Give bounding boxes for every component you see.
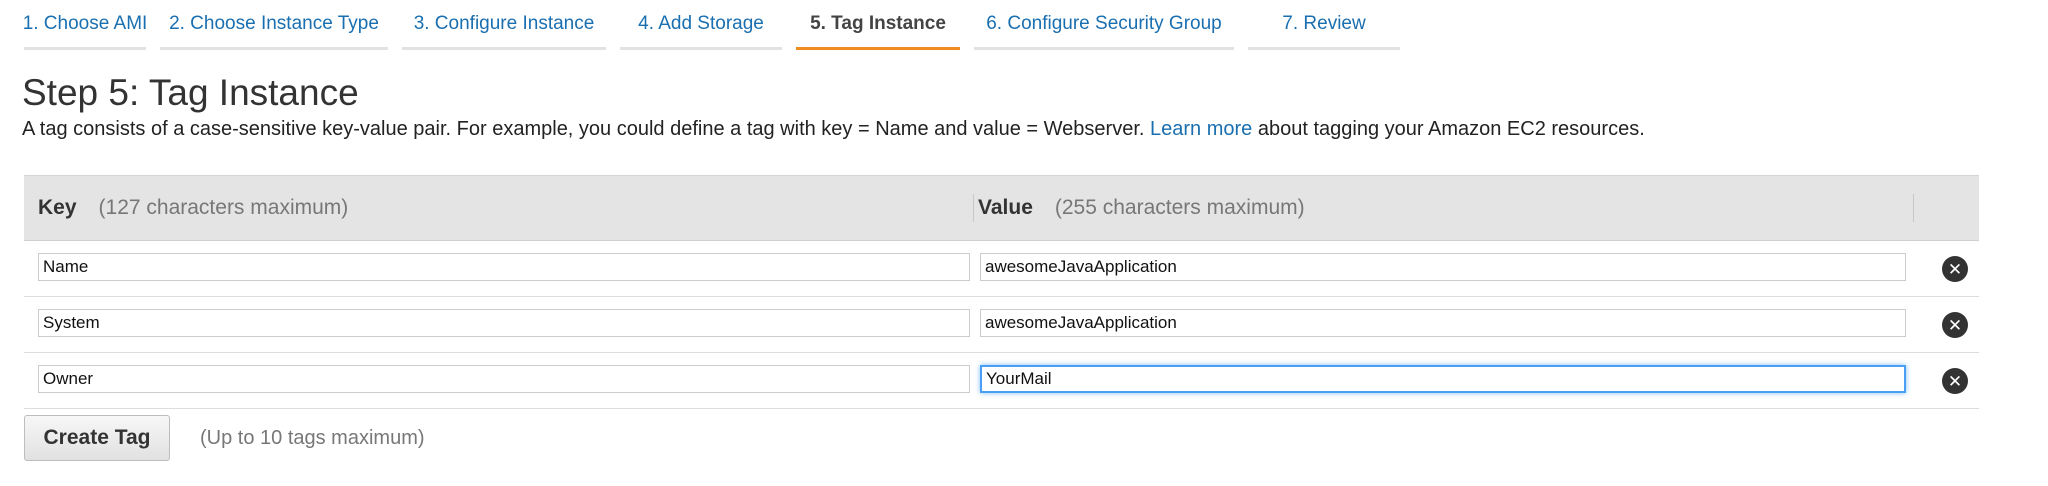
tab-add-storage[interactable]: 4. Add Storage <box>620 0 782 50</box>
tab-configure-security-group[interactable]: 6. Configure Security Group <box>974 0 1234 50</box>
tag-limit-note: (Up to 10 tags maximum) <box>200 427 425 449</box>
tag-key-input[interactable] <box>38 309 970 337</box>
description-text-after: about tagging your Amazon EC2 resources. <box>1257 118 1645 140</box>
wizard-tabs: 1. Choose AMI 2. Choose Instance Type 3.… <box>23 0 1400 52</box>
table-row: ✕ <box>24 353 1979 409</box>
description-text: A tag consists of a case-sensitive key-v… <box>22 118 1145 140</box>
learn-more-link[interactable]: Learn more <box>1150 118 1252 140</box>
table-header: Key (127 characters maximum) Value (255 … <box>24 175 1979 241</box>
table-row: ✕ <box>24 297 1979 353</box>
tag-value-input[interactable] <box>980 253 1906 281</box>
tag-key-input[interactable] <box>38 365 970 393</box>
remove-circle-icon[interactable]: ✕ <box>1942 312 1968 338</box>
tab-configure-instance[interactable]: 3. Configure Instance <box>402 0 606 50</box>
page-description: A tag consists of a case-sensitive key-v… <box>22 118 1645 141</box>
tag-value-input[interactable] <box>980 365 1906 393</box>
column-divider <box>1913 194 1914 222</box>
tag-value-input[interactable] <box>980 309 1906 337</box>
remove-circle-icon[interactable]: ✕ <box>1942 368 1968 394</box>
key-column-header: Key (127 characters maximum) <box>38 176 348 240</box>
page-title: Step 5: Tag Instance <box>22 72 359 113</box>
value-header-label: Value <box>978 196 1033 219</box>
value-column-header: Value (255 characters maximum) <box>978 176 1305 240</box>
create-tag-button[interactable]: Create Tag <box>24 415 170 461</box>
tab-choose-instance-type[interactable]: 2. Choose Instance Type <box>160 0 388 50</box>
tag-key-input[interactable] <box>38 253 970 281</box>
tags-table: Key (127 characters maximum) Value (255 … <box>24 175 1979 409</box>
tab-tag-instance[interactable]: 5. Tag Instance <box>796 0 960 50</box>
remove-circle-icon[interactable]: ✕ <box>1942 256 1968 282</box>
key-header-hint: (127 characters maximum) <box>98 196 349 219</box>
column-divider <box>973 194 974 222</box>
value-header-hint: (255 characters maximum) <box>1054 196 1305 219</box>
key-header-label: Key <box>38 196 77 219</box>
tab-choose-ami[interactable]: 1. Choose AMI <box>23 0 147 50</box>
tab-review[interactable]: 7. Review <box>1248 0 1400 50</box>
table-row: ✕ <box>24 241 1979 297</box>
